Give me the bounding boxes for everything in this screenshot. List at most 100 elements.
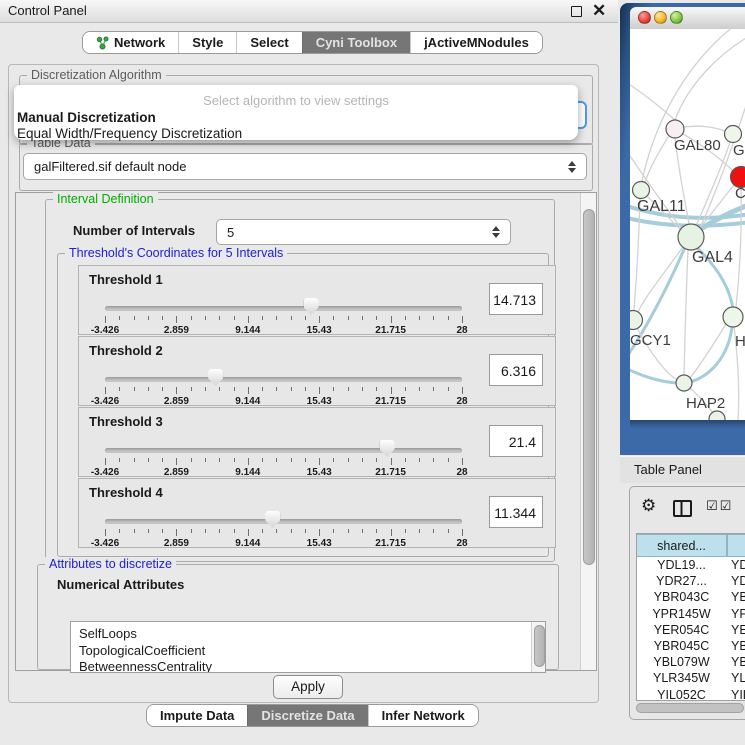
bottom-tab-infer-network[interactable]: Infer Network	[368, 705, 478, 726]
node-label-gal11: GAL11	[637, 198, 686, 215]
bottom-tab-impute-data[interactable]: Impute Data	[147, 705, 247, 726]
tick	[348, 316, 349, 320]
network-node[interactable]	[678, 224, 704, 250]
tab-select[interactable]: Select	[236, 32, 301, 53]
network-node[interactable]	[723, 307, 743, 327]
close-icon[interactable]: ✕	[592, 0, 606, 22]
float-window-icon[interactable]	[571, 6, 582, 17]
algorithm-option-equal-width-frequency-discretization[interactable]: Equal Width/Frequency Discretization	[17, 126, 242, 141]
bottom-tab-discretize-data[interactable]: Discretize Data	[247, 705, 367, 726]
column-header-1[interactable]: shared...	[636, 534, 727, 557]
close-light-icon[interactable]	[638, 11, 651, 24]
threshold-slider-track[interactable]	[105, 519, 462, 524]
gear-icon[interactable]: ⚙	[641, 496, 656, 516]
list-scrollbar-thumb[interactable]	[534, 625, 545, 667]
table-panel-box: ⚙ ☑☑ shared...nameYDL19...YDL19YDR27...Y…	[629, 486, 745, 720]
cyni-bottom-tabs: Impute DataDiscretize DataInfer Network	[146, 704, 479, 727]
columns-icon[interactable]	[673, 500, 692, 517]
tab-cyni-toolbox[interactable]: Cyni Toolbox	[302, 32, 410, 53]
tick	[362, 387, 363, 391]
network-window-titlebar[interactable]	[630, 7, 745, 30]
network-node[interactable]	[666, 120, 684, 138]
list-scrollbar[interactable]	[531, 622, 545, 672]
threshold-slider-thumb[interactable]	[380, 440, 395, 457]
threshold-value-field[interactable]: 6.316	[489, 354, 543, 386]
tick-label: 15.43	[307, 467, 332, 478]
number-of-intervals-spinner[interactable]: 5	[216, 219, 511, 245]
threshold-slider-track[interactable]	[105, 377, 462, 382]
network-node[interactable]	[676, 375, 692, 391]
tick	[134, 316, 135, 320]
threshold-slider-track[interactable]	[105, 448, 462, 453]
threshold-label: Threshold 4	[89, 485, 163, 500]
attribute-item-betweennesscentrality[interactable]: BetweennessCentrality	[79, 659, 212, 673]
threshold-slider-thumb[interactable]	[304, 298, 319, 315]
node-label-gal80: GAL80	[674, 137, 721, 154]
numerical-attributes-list[interactable]: SelfLoops TopologicalCoefficientBetweenne…	[70, 621, 546, 673]
tab-jactivemnodules[interactable]: jActiveMNodules	[410, 32, 542, 53]
tick-label: 9.144	[235, 538, 260, 549]
tick-label: 21.715	[375, 467, 406, 478]
tick-label: 9.144	[235, 467, 260, 478]
tick	[376, 529, 377, 533]
network-node[interactable]	[633, 182, 650, 199]
node-label-hap2: HAP2	[686, 395, 725, 412]
table-row[interactable]: YIL052CYIL05	[637, 688, 745, 701]
tab-network[interactable]: Network	[83, 32, 178, 53]
table-row[interactable]: YBR045CYBR04	[637, 639, 745, 655]
network-edge	[684, 250, 688, 375]
table-hscrollbar[interactable]	[635, 702, 745, 713]
threshold-value-field[interactable]: 11.344	[489, 496, 543, 528]
tick	[262, 387, 263, 391]
main-scrollbar-thumb[interactable]	[583, 209, 595, 565]
algorithm-dropdown-popup: Select algorithm to view settings Manual…	[14, 85, 578, 140]
table-row[interactable]: YDL19...YDL19	[637, 558, 745, 574]
network-node[interactable]	[725, 126, 742, 143]
table-row[interactable]: YER054CYER05	[637, 623, 745, 639]
attribute-item-topologicalcoefficient[interactable]: TopologicalCoefficient	[79, 643, 205, 658]
table-row[interactable]: YDR27...YDR27	[637, 574, 745, 590]
select-columns-icon[interactable]: ☑☑	[706, 499, 733, 514]
tab-label: Select	[250, 35, 288, 50]
network-node[interactable]	[709, 411, 725, 420]
node-table[interactable]: shared...nameYDL19...YDL19YDR27...YDR27Y…	[636, 533, 745, 701]
tick	[262, 529, 263, 533]
tick	[319, 529, 320, 536]
algorithm-option-manual-discretization[interactable]: Manual Discretization	[17, 110, 156, 125]
tick	[191, 316, 192, 320]
table-row[interactable]: YPR145WYPR14	[637, 607, 745, 623]
tick	[433, 458, 434, 462]
table-row[interactable]: YBL079WYBL07	[637, 655, 745, 671]
threshold-slider-thumb[interactable]	[208, 369, 223, 386]
tick	[205, 387, 206, 391]
tick	[348, 387, 349, 391]
threshold-slider-track[interactable]	[105, 306, 462, 311]
tick	[105, 387, 106, 394]
threshold-slider-thumb[interactable]	[265, 511, 280, 528]
network-node[interactable]	[630, 311, 643, 330]
combo-updown-icon	[568, 161, 577, 173]
apply-button[interactable]: Apply	[273, 675, 343, 699]
zoom-light-icon[interactable]	[670, 11, 683, 24]
control-panel-titlebar: Control Panel ✕	[0, 0, 618, 23]
minimize-light-icon[interactable]	[654, 11, 667, 24]
tick-label: 2.859	[164, 396, 189, 407]
table-row[interactable]: YBR043CYBR04	[637, 590, 745, 606]
tick	[319, 387, 320, 394]
panel-title: Control Panel	[8, 3, 87, 18]
tick	[333, 458, 334, 462]
table-data-combobox[interactable]: galFiltered.sif default node	[23, 153, 587, 180]
table-row[interactable]: YLR345WYLR34	[637, 671, 745, 687]
attribute-item-selfloops[interactable]: SelfLoops	[79, 626, 137, 641]
threshold-value-field[interactable]: 21.4	[489, 425, 543, 457]
thresholds-group: Threshold's Coordinates for 5 Intervals …	[57, 253, 549, 557]
cell-name: YLR34	[731, 671, 745, 685]
cell-name: YBR04	[731, 590, 745, 604]
threshold-value-field[interactable]: 14.713	[489, 283, 543, 315]
network-view-canvas[interactable]: GAL80G.CGAL11GAL4GCY1HHAP2	[630, 29, 745, 420]
tick	[148, 458, 149, 462]
column-header-2[interactable]: name	[727, 534, 745, 557]
main-scrollbar[interactable]	[580, 193, 596, 670]
tab-style[interactable]: Style	[178, 32, 236, 53]
table-hscrollbar-thumb[interactable]	[636, 703, 744, 713]
